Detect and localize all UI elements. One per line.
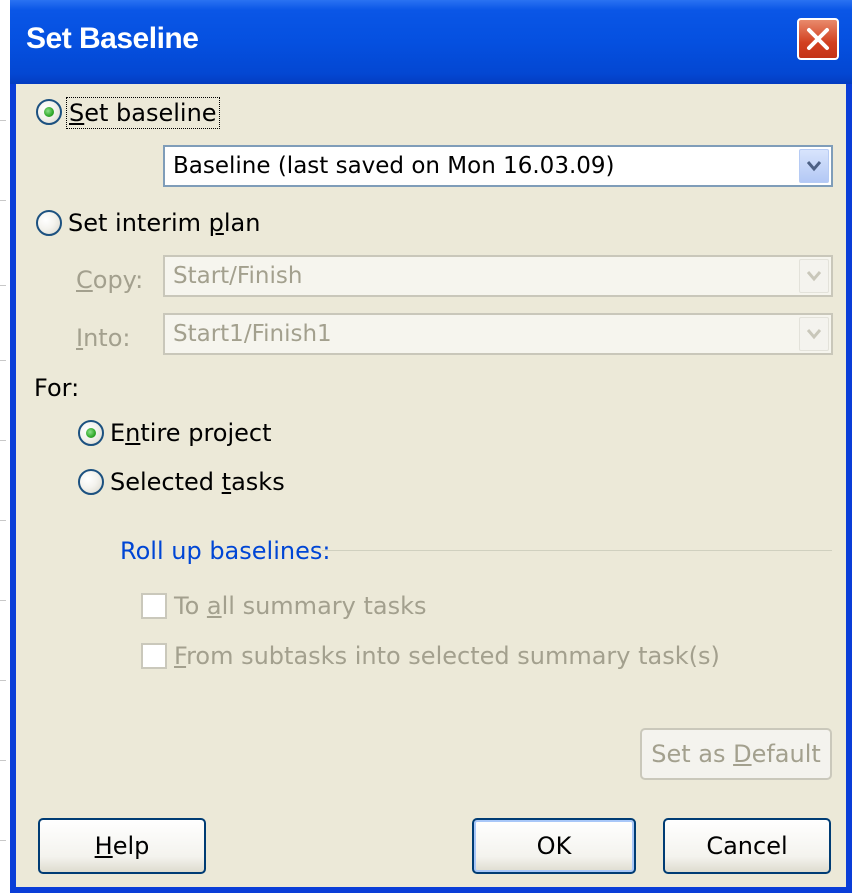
set-interim-plan-radio[interactable] (36, 210, 62, 236)
for-label: For: (34, 374, 80, 402)
set-as-default-button[interactable]: Set as Default (640, 728, 832, 780)
to-all-summary-checkbox[interactable] (141, 593, 167, 619)
chevron-down-icon (807, 329, 821, 340)
set-baseline-label[interactable]: Set baseline (66, 97, 220, 129)
copy-dropdown-button[interactable] (799, 259, 829, 293)
baseline-dropdown-button[interactable] (799, 149, 829, 183)
dialog-title: Set Baseline (26, 22, 199, 55)
ruler-tick (0, 120, 6, 121)
cancel-label: Cancel (706, 832, 788, 860)
ok-label: OK (536, 832, 572, 860)
entire-project-radio[interactable] (78, 420, 104, 446)
help-button[interactable]: Help (38, 818, 206, 874)
ruler-tick (0, 360, 6, 361)
selected-tasks-label[interactable]: Selected tasks (110, 468, 285, 496)
set-as-default-label: Set as Default (651, 740, 821, 768)
chevron-down-icon (807, 271, 821, 282)
close-button[interactable] (797, 18, 839, 60)
copy-label: Copy: (76, 266, 144, 294)
selected-tasks-radio[interactable] (78, 469, 104, 495)
baseline-select[interactable]: Baseline (last saved on Mon 16.03.09) (163, 145, 833, 187)
set-interim-plan-label[interactable]: Set interim plan (68, 209, 260, 237)
into-select[interactable]: Start1/Finish1 (163, 313, 833, 355)
ruler-tick (0, 600, 6, 601)
entire-project-label[interactable]: Entire project (110, 419, 272, 447)
chevron-down-icon (807, 161, 821, 172)
ruler-tick (0, 680, 6, 681)
into-dropdown-button[interactable] (799, 317, 829, 351)
ruler-tick (0, 200, 6, 201)
from-subtasks-label: From subtasks into selected summary task… (174, 642, 720, 670)
ruler-tick (0, 440, 6, 441)
baseline-select-value: Baseline (last saved on Mon 16.03.09) (173, 153, 615, 179)
help-label: Help (94, 832, 150, 860)
ok-button[interactable]: OK (472, 818, 636, 874)
radio-selected-dot (86, 428, 96, 438)
ruler-tick (0, 285, 6, 286)
radio-selected-dot (44, 107, 54, 117)
into-label: Into: (76, 324, 131, 352)
rollup-group-label: Roll up baselines: (120, 537, 331, 565)
into-select-value: Start1/Finish1 (173, 321, 332, 347)
from-subtasks-checkbox[interactable] (141, 643, 167, 669)
ruler-tick (0, 840, 6, 841)
cancel-button[interactable]: Cancel (663, 818, 831, 874)
ruler-tick (0, 760, 6, 761)
group-separator (322, 550, 832, 551)
copy-select-value: Start/Finish (173, 263, 303, 289)
set-baseline-radio[interactable] (36, 99, 62, 125)
ruler-tick (0, 520, 6, 521)
to-all-summary-label: To all summary tasks (174, 592, 427, 620)
close-icon (807, 28, 829, 50)
copy-select[interactable]: Start/Finish (163, 255, 833, 297)
